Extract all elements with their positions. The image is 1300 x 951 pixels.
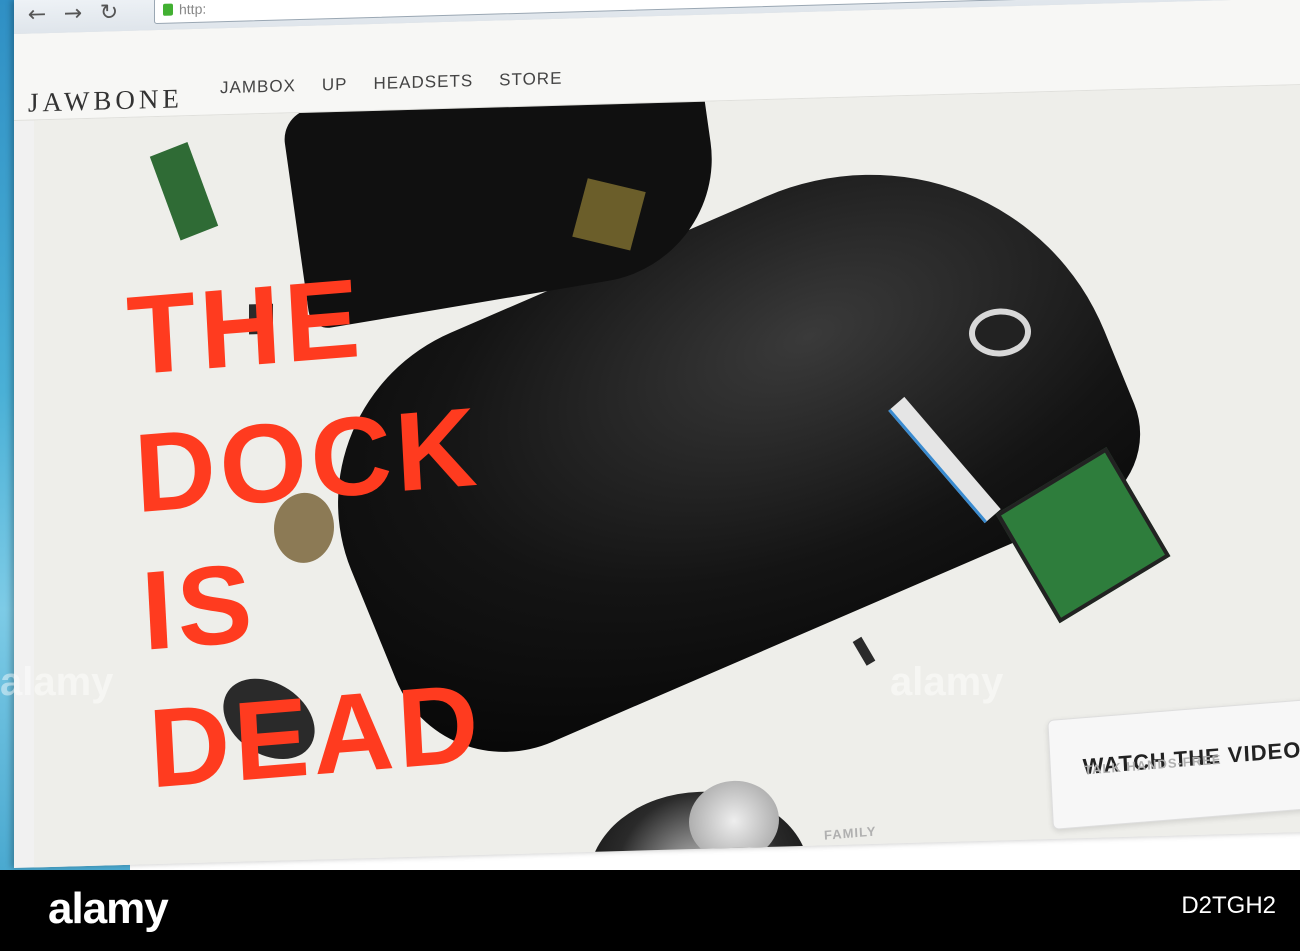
secure-lock-icon <box>163 3 173 16</box>
alamy-brand: alamy <box>48 884 169 933</box>
debris-piece <box>149 142 219 241</box>
forward-arrow-icon: → <box>63 1 83 27</box>
debris-piece <box>852 636 876 666</box>
browser-window: ← → ↻ http: JAWBONE JAMBOX UP HEADSETS S… <box>14 0 1300 868</box>
hero-headline: THE DOCK IS DEAD <box>124 240 498 818</box>
driver-magnet-image <box>689 779 779 863</box>
nav-link-jambox[interactable]: JAMBOX <box>220 76 296 98</box>
watermark-logo: alamy <box>0 660 114 704</box>
jawbone-logo[interactable]: JAWBONE <box>28 83 183 118</box>
back-arrow-icon: ← <box>27 2 47 28</box>
headline-line: THE <box>124 254 367 399</box>
reload-icon: ↻ <box>99 0 119 26</box>
headline-line: DOCK <box>131 383 484 537</box>
forward-button[interactable]: → <box>60 1 86 27</box>
address-bar-url: http: <box>179 0 207 18</box>
nav-link-headsets[interactable]: HEADSETS <box>374 71 474 94</box>
nav-link-up[interactable]: UP <box>322 75 348 96</box>
stock-photo-footer: alamy D2TGH2 <box>0 870 1300 951</box>
image-id: D2TGH2 <box>1181 892 1276 919</box>
tab-family[interactable]: FAMILY <box>824 824 877 843</box>
headline-line: IS <box>138 539 259 674</box>
back-button[interactable]: ← <box>24 2 50 28</box>
site-nav: JAMBOX UP HEADSETS STORE <box>220 69 562 99</box>
reload-button[interactable]: ↻ <box>96 0 122 26</box>
hero-banner: THE DOCK IS DEAD WATCH THE VIDEO TALK HA… <box>34 84 1300 868</box>
headline-line: DEAD <box>145 659 486 812</box>
watermark-logo: alamy <box>890 660 1004 704</box>
nav-link-store[interactable]: STORE <box>499 69 562 91</box>
